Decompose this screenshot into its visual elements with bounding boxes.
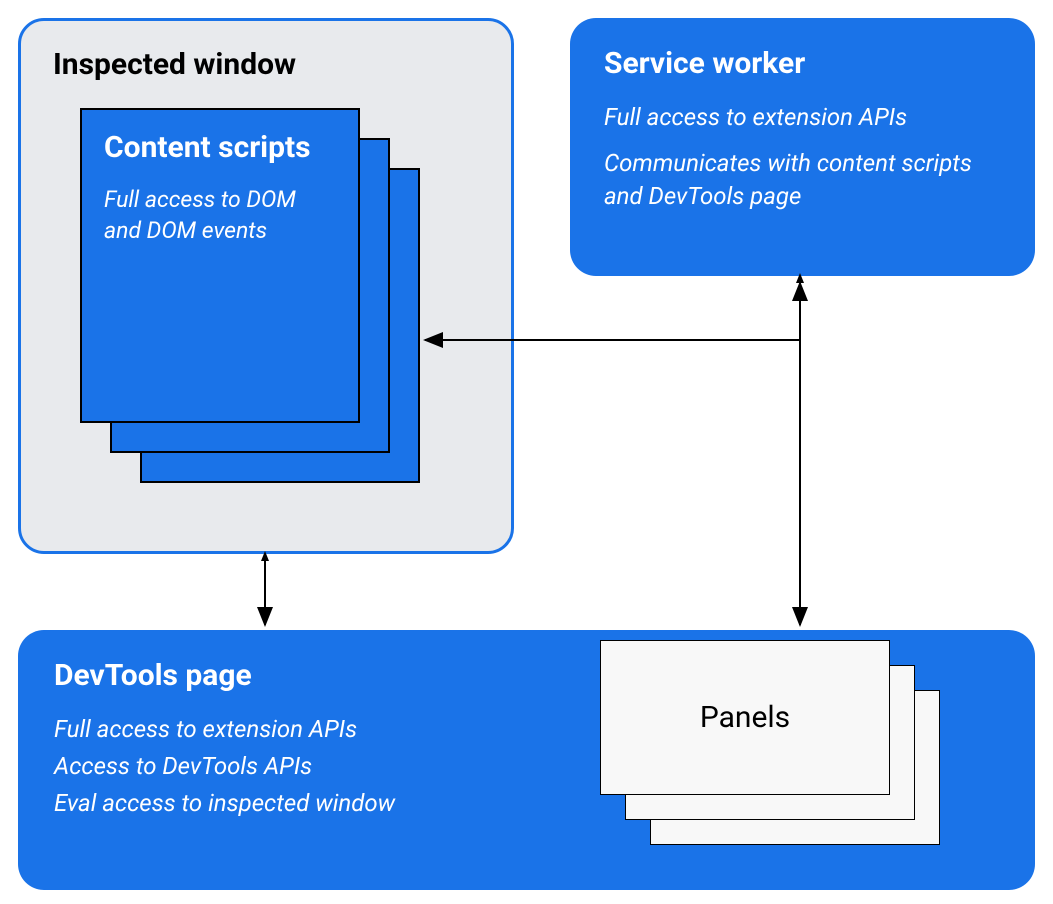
panels-stack: Panels [600,640,940,840]
content-scripts-card-front: Content scripts Full access to DOM and D… [80,108,360,423]
service-worker-title: Service worker [604,46,1001,81]
service-worker-line1: Full access to extension APIs [604,101,1001,133]
panels-card-front: Panels [600,640,890,795]
content-scripts-stack: Content scripts Full access to DOM and D… [80,108,360,468]
service-worker-box: Service worker Full access to extension … [570,18,1035,276]
inspected-window-title: Inspected window [53,47,479,82]
panels-label: Panels [700,700,790,735]
content-scripts-desc: Full access to DOM and DOM events [104,184,336,246]
content-scripts-title: Content scripts [104,130,336,166]
service-worker-line2: Communicates with content scripts and De… [604,147,1001,212]
